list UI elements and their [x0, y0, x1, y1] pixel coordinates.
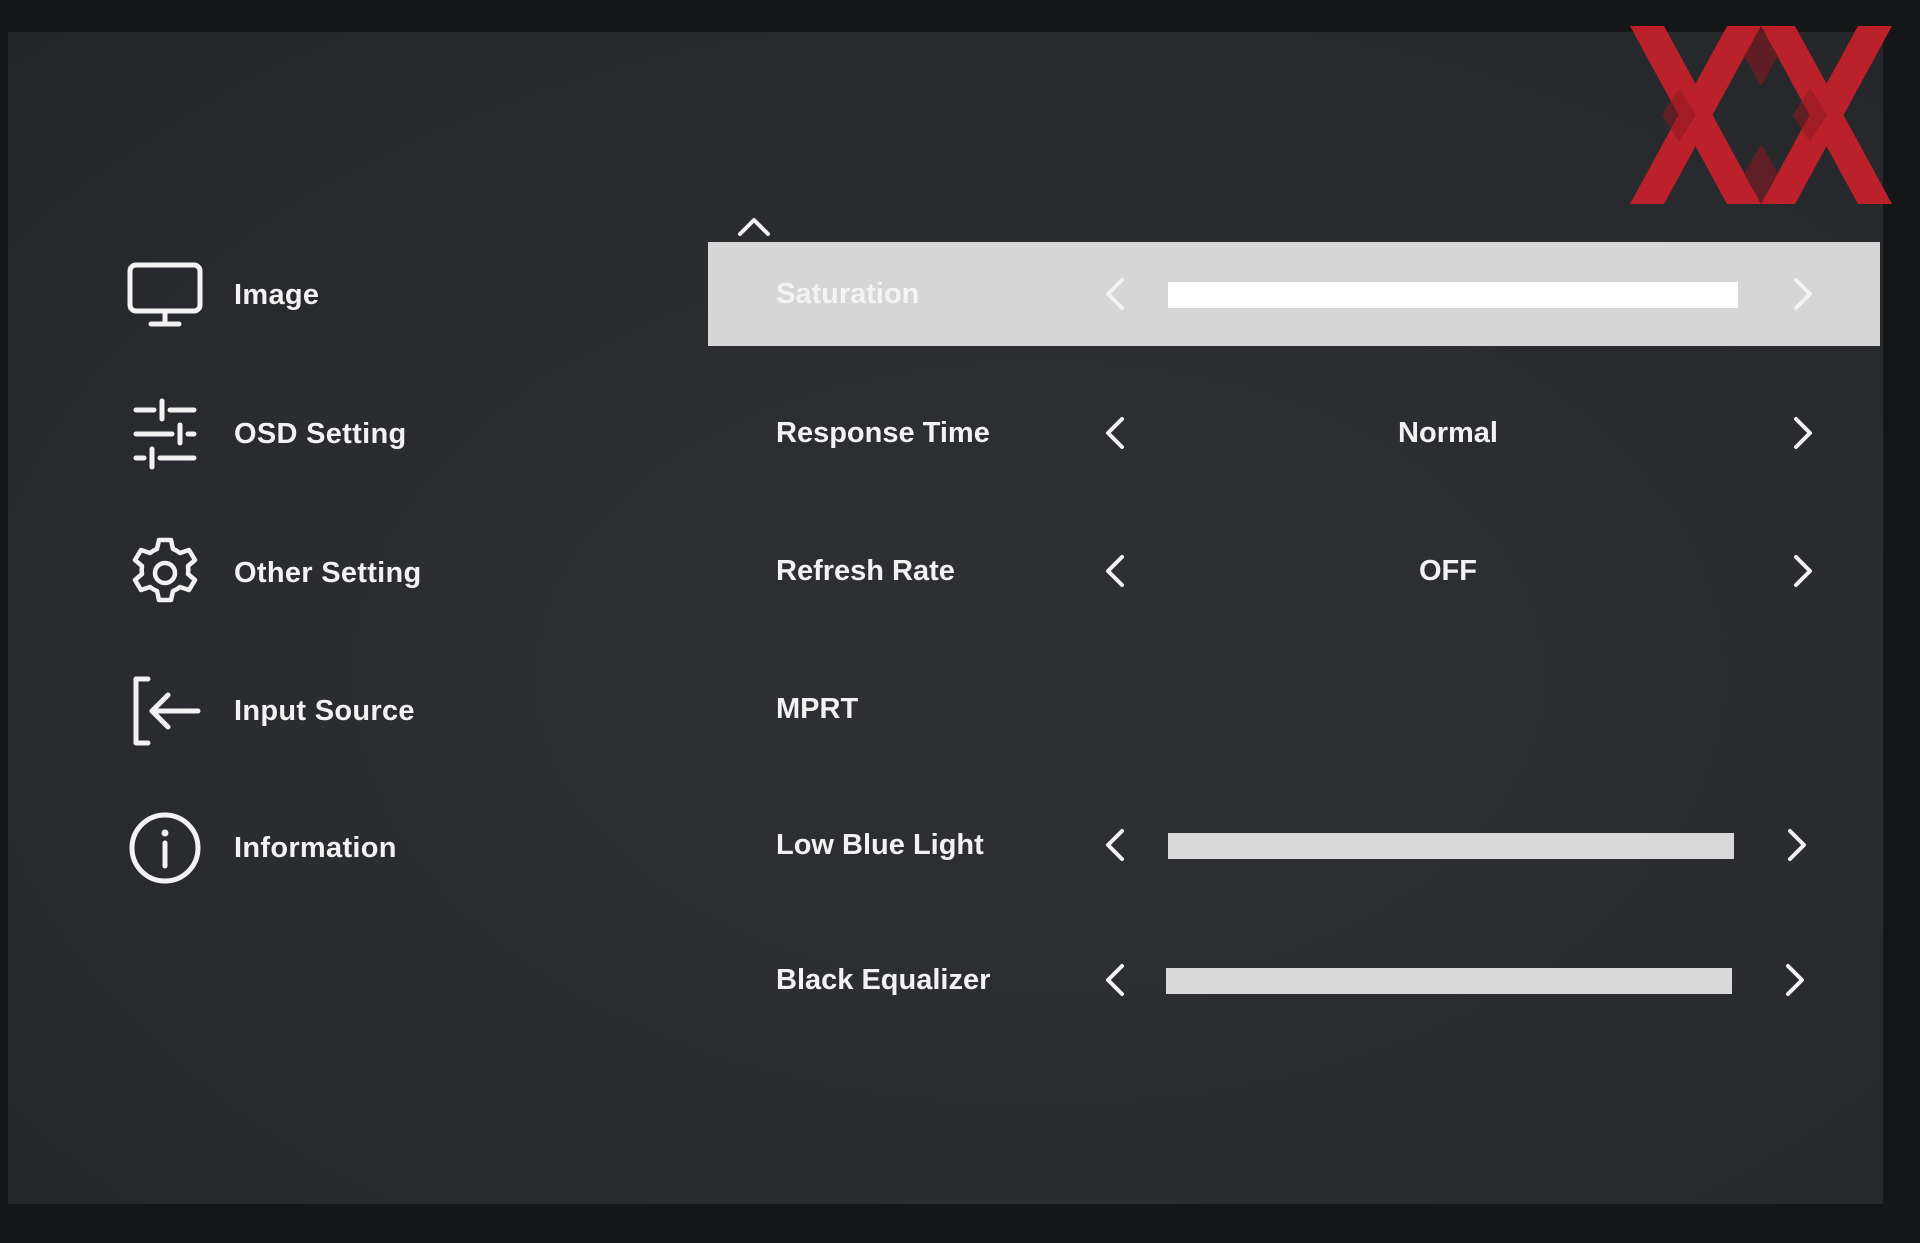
sliders-icon [120, 389, 210, 479]
info-icon [120, 803, 210, 893]
menu-item-information[interactable]: Information [120, 803, 640, 893]
chevron-up-icon[interactable] [734, 210, 774, 240]
menu-item-image[interactable]: Image [120, 250, 640, 340]
chevron-right-icon[interactable] [1774, 960, 1814, 1000]
chevron-right-icon[interactable] [1776, 825, 1816, 865]
setting-label: Saturation [776, 278, 920, 310]
menu-item-label: Other Setting [234, 556, 422, 589]
setting-value: Normal [1398, 417, 1498, 449]
setting-label: Refresh Rate [776, 555, 955, 587]
low-blue-light-slider[interactable] [1168, 833, 1734, 859]
input-arrow-icon [120, 666, 210, 756]
chevron-left-icon[interactable] [1096, 960, 1136, 1000]
saturation-slider[interactable] [1168, 282, 1738, 308]
slider-fill [1168, 833, 1734, 859]
setting-row-mprt[interactable]: MPRT [708, 657, 1880, 761]
setting-label: Low Blue Light [776, 829, 984, 861]
setting-label: Black Equalizer [776, 964, 991, 996]
monitor-icon [120, 250, 210, 340]
chevron-left-icon[interactable] [1096, 825, 1136, 865]
setting-row-low-blue-light[interactable]: Low Blue Light [708, 793, 1880, 897]
menu-item-input-source[interactable]: Input Source [120, 666, 640, 756]
gear-icon [120, 528, 210, 618]
chevron-left-icon[interactable] [1096, 551, 1136, 591]
setting-row-response-time[interactable]: Response Time Normal [708, 381, 1880, 485]
chevron-right-icon[interactable] [1782, 551, 1822, 591]
chevron-left-icon[interactable] [1096, 413, 1136, 453]
menu-item-label: OSD Setting [234, 417, 407, 450]
setting-value: OFF [1419, 555, 1477, 587]
menu-item-label: Input Source [234, 694, 415, 727]
menu-item-label: Image [234, 278, 320, 311]
xx-logo [1630, 26, 1892, 204]
setting-label: MPRT [776, 693, 859, 725]
setting-row-black-equalizer[interactable]: Black Equalizer [708, 928, 1880, 1032]
menu-item-other-setting[interactable]: Other Setting [120, 528, 640, 618]
menu-item-osd-setting[interactable]: OSD Setting [120, 389, 640, 479]
setting-row-refresh-rate[interactable]: Refresh Rate OFF [708, 519, 1880, 623]
chevron-left-icon[interactable] [1096, 274, 1136, 314]
black-equalizer-slider[interactable] [1166, 968, 1732, 994]
menu-item-label: Information [234, 831, 397, 864]
chevron-right-icon[interactable] [1782, 413, 1822, 453]
setting-row-saturation[interactable]: Saturation [708, 242, 1880, 346]
setting-label: Response Time [776, 417, 990, 449]
slider-fill [1168, 282, 1738, 308]
slider-fill [1166, 968, 1732, 994]
chevron-right-icon[interactable] [1782, 274, 1822, 314]
